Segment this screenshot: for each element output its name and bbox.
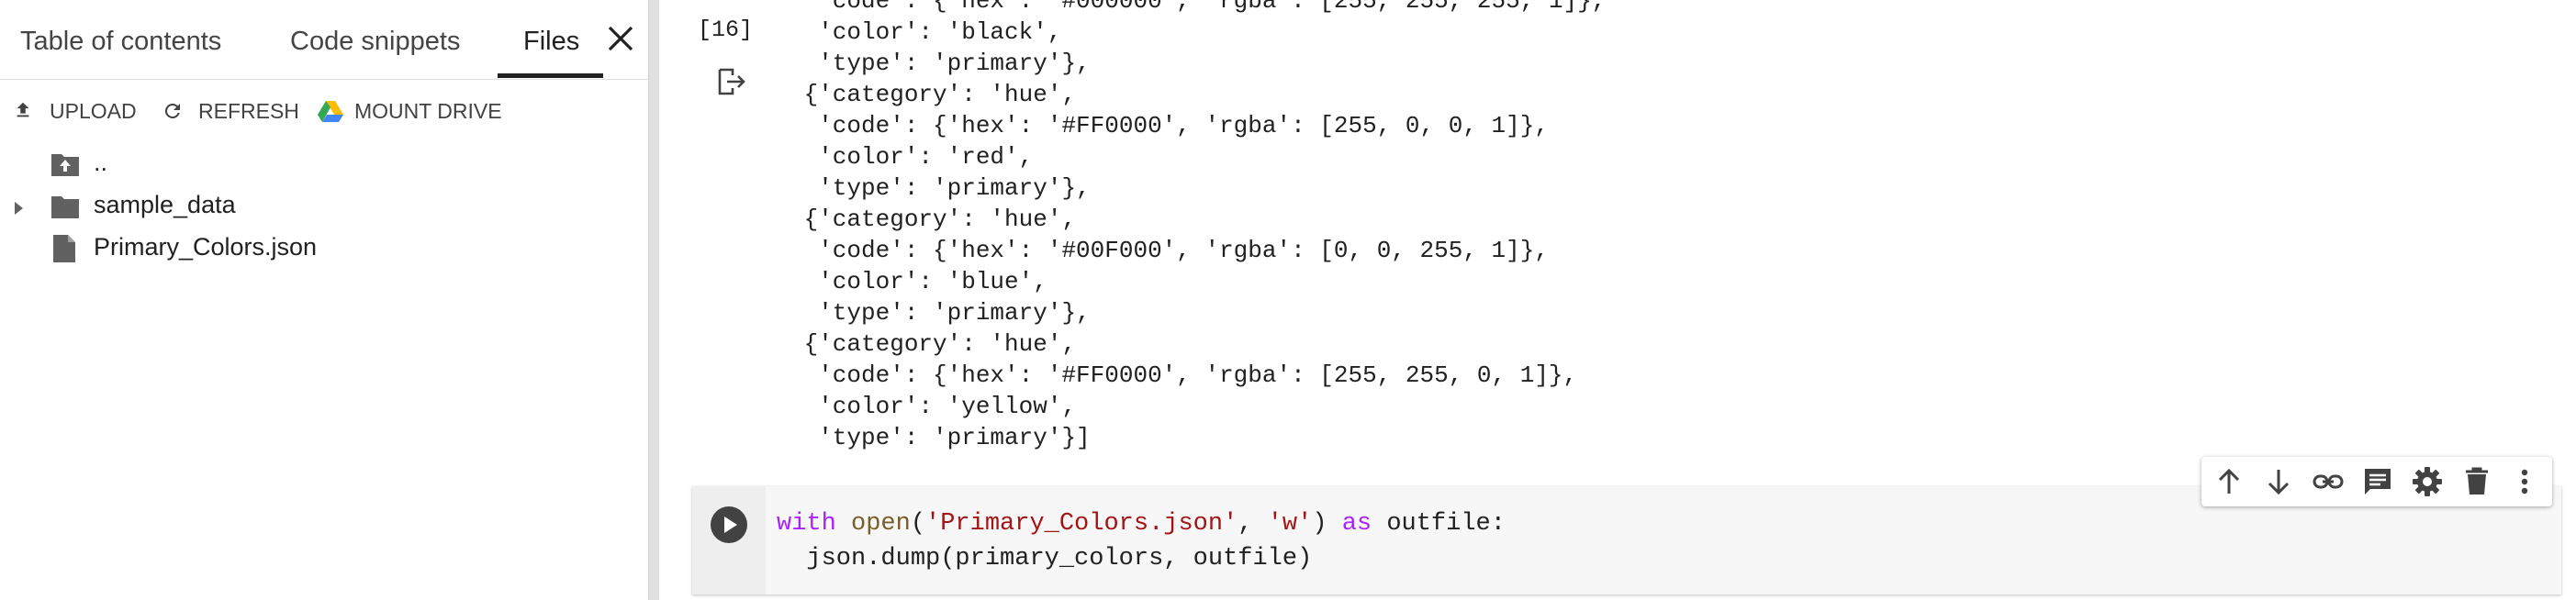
code-editor[interactable]: with open('Primary_Colors.json', 'w') as… [777,506,1506,576]
more-vert-icon[interactable] [2508,465,2541,498]
output-line: {'category': 'hue', [790,206,1077,233]
output-line: 'code': {'hex': '#FF0000', 'rgba': [255,… [790,112,1549,139]
run-cell-button[interactable] [709,505,749,545]
keyword-token: with [777,510,836,538]
file-icon [53,235,75,262]
output-line: 'code': {'hex': '#FF0000', 'rgba': [255,… [790,361,1578,389]
link-icon[interactable] [2312,465,2345,498]
google-drive-icon [318,101,343,122]
execution-count: [16] [698,17,754,43]
tab-files[interactable]: Files [523,0,579,79]
comment-icon[interactable] [2361,465,2394,498]
punct-token: ( [910,510,926,538]
refresh-icon [164,103,180,118]
tree-item-primary-colors-json[interactable]: Primary_Colors.json [0,229,648,270]
output-line: 'color': 'blue', [790,268,1047,295]
output-line: 'type': 'primary'}, [790,50,1091,77]
refresh-label: REFRESH [198,99,299,123]
clear-output-icon[interactable] [716,66,747,97]
folder-up-icon [51,154,79,176]
upload-label: UPLOAD [50,99,137,123]
string-token: 'w' [1267,510,1313,538]
output-line: 'type': 'primary'}] [790,424,1091,451]
output-line: 'type': 'primary'}, [790,174,1091,202]
file-browser-sidebar: Table of contents Code snippets Files UP… [0,0,648,600]
output-line: 'type': 'primary'}, [790,299,1091,327]
expand-arrow-icon[interactable] [13,200,26,217]
code-line: with open('Primary_Colors.json', 'w') as… [777,506,1506,541]
trash-icon[interactable] [2460,465,2493,498]
sidebar-tabs: Table of contents Code snippets Files [0,0,648,80]
tab-code-snippets[interactable]: Code snippets [290,0,460,79]
punct-token: , [1238,510,1268,538]
output-line: 'color': 'red', [790,143,1034,171]
function-token: open [851,510,911,538]
folder-icon [51,196,79,218]
sidebar-resize-handle[interactable] [648,0,659,600]
close-icon [608,26,633,51]
active-tab-indicator [498,73,603,78]
cell-toolbar [2201,457,2552,506]
output-line: {'category': 'hue', [790,81,1077,108]
tree-item-parent-folder[interactable]: .. [0,145,648,185]
upload-icon [17,102,29,117]
identifier-token: outfile: [1372,510,1506,538]
cell-output: 'code': {'hex': '#000000', 'rgba': [255,… [790,0,1607,453]
tree-item-label: .. [94,149,108,176]
tree-item-sample-data[interactable]: sample_data [0,187,648,228]
output-line: 'color': 'black', [790,18,1062,46]
mount-drive-label: MOUNT DRIVE [354,99,502,123]
output-line: {'category': 'hue', [790,330,1077,358]
tree-item-label: sample_data [94,191,236,218]
close-sidebar-button[interactable] [602,20,639,57]
punct-token: ) [1312,510,1342,538]
output-line: 'code': {'hex': '#00F000', 'rgba': [0, 0… [790,237,1549,264]
upload-button[interactable]: UPLOAD [13,92,137,128]
gear-icon[interactable] [2411,465,2444,498]
code-line: json.dump(primary_colors, outfile) [777,545,1313,572]
tree-item-label: Primary_Colors.json [94,233,318,261]
output-line: 'code': {'hex': '#000000', 'rgba': [255,… [790,0,1607,15]
keyword-token: as [1341,510,1372,538]
arrow-up-icon[interactable] [2212,465,2246,498]
tab-table-of-contents[interactable]: Table of contents [20,0,221,79]
string-token: 'Primary_Colors.json' [925,510,1238,538]
file-toolbar: UPLOAD REFRESH MOUNT DRIVE [0,92,648,128]
arrow-down-icon[interactable] [2262,465,2295,498]
mount-drive-button[interactable]: MOUNT DRIVE [318,92,520,128]
output-line: 'color': 'yellow', [790,393,1077,420]
cell-gutter [692,486,766,594]
refresh-button[interactable]: REFRESH [162,92,299,128]
